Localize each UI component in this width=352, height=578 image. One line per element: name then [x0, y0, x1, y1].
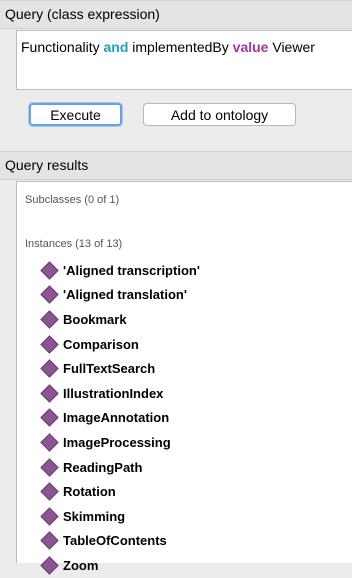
- instance-item[interactable]: FullTextSearch: [17, 356, 352, 381]
- instance-label: 'Aligned translation': [63, 287, 187, 303]
- individual-diamond-icon: [40, 384, 59, 403]
- instance-label: Zoom: [63, 557, 99, 573]
- instance-list: 'Aligned transcription' 'Aligned translat…: [17, 258, 352, 578]
- query-results-panel: Subclasses (0 of 1) Instances (13 of 13)…: [16, 181, 352, 575]
- individual-diamond-icon: [40, 359, 59, 378]
- instance-item[interactable]: Bookmark: [17, 307, 352, 332]
- query-section-title: Query (class expression): [5, 6, 160, 22]
- instance-label: Comparison: [63, 336, 139, 352]
- expr-text-1: Functionality: [21, 39, 104, 55]
- individual-diamond-icon: [40, 482, 59, 501]
- instance-label: IllustrationIndex: [63, 385, 164, 401]
- instance-label: Bookmark: [63, 311, 127, 327]
- instance-item[interactable]: Zoom: [17, 553, 352, 578]
- individual-diamond-icon: [40, 507, 59, 526]
- individual-diamond-icon: [40, 531, 59, 551]
- instance-item[interactable]: 'Aligned transcription': [17, 258, 352, 283]
- individual-diamond-icon: [40, 261, 59, 280]
- instance-label: ImageProcessing: [63, 434, 171, 450]
- instance-label: Rotation: [63, 484, 116, 500]
- instance-item[interactable]: Rotation: [17, 479, 352, 504]
- instance-item[interactable]: TableOfContents: [17, 529, 352, 554]
- individual-diamond-icon: [40, 556, 59, 575]
- instance-item[interactable]: ReadingPath: [17, 455, 352, 480]
- instance-item[interactable]: IllustrationIndex: [17, 381, 352, 406]
- individual-diamond-icon: [40, 433, 59, 452]
- instance-label: 'Aligned transcription': [63, 262, 200, 278]
- instance-item[interactable]: ImageAnnotation: [17, 406, 352, 431]
- add-to-ontology-button[interactable]: Add to ontology: [143, 103, 296, 126]
- subclasses-label[interactable]: Subclasses (0 of 1): [25, 194, 119, 206]
- instance-item[interactable]: ImageProcessing: [17, 430, 352, 455]
- query-section-header: Query (class expression): [0, 0, 352, 29]
- results-section-header: Query results: [0, 151, 352, 180]
- instance-item[interactable]: Skimming: [17, 504, 352, 529]
- instances-label[interactable]: Instances (13 of 13): [25, 238, 122, 250]
- expr-text-3: Viewer: [268, 39, 315, 55]
- instance-item[interactable]: 'Aligned translation': [17, 283, 352, 308]
- instance-label: FullTextSearch: [63, 361, 156, 377]
- individual-diamond-icon: [40, 334, 59, 354]
- instance-label: ImageAnnotation: [63, 410, 170, 426]
- instance-label: TableOfContents: [63, 533, 167, 549]
- expr-keyword-value: value: [232, 39, 269, 55]
- individual-diamond-icon: [40, 285, 59, 305]
- instance-label: ReadingPath: [63, 459, 143, 475]
- individual-diamond-icon: [40, 408, 59, 428]
- individual-diamond-icon: [40, 310, 59, 329]
- expr-text-2: implementedBy: [128, 39, 233, 55]
- instance-label: Skimming: [63, 508, 126, 524]
- expr-keyword-and: and: [103, 39, 129, 55]
- individual-diamond-icon: [40, 457, 59, 477]
- instance-item[interactable]: Comparison: [17, 332, 352, 357]
- execute-button[interactable]: Execute: [29, 103, 122, 126]
- results-section-title: Query results: [5, 157, 89, 173]
- class-expression-editor[interactable]: Functionality and implementedBy value Vi…: [16, 30, 352, 90]
